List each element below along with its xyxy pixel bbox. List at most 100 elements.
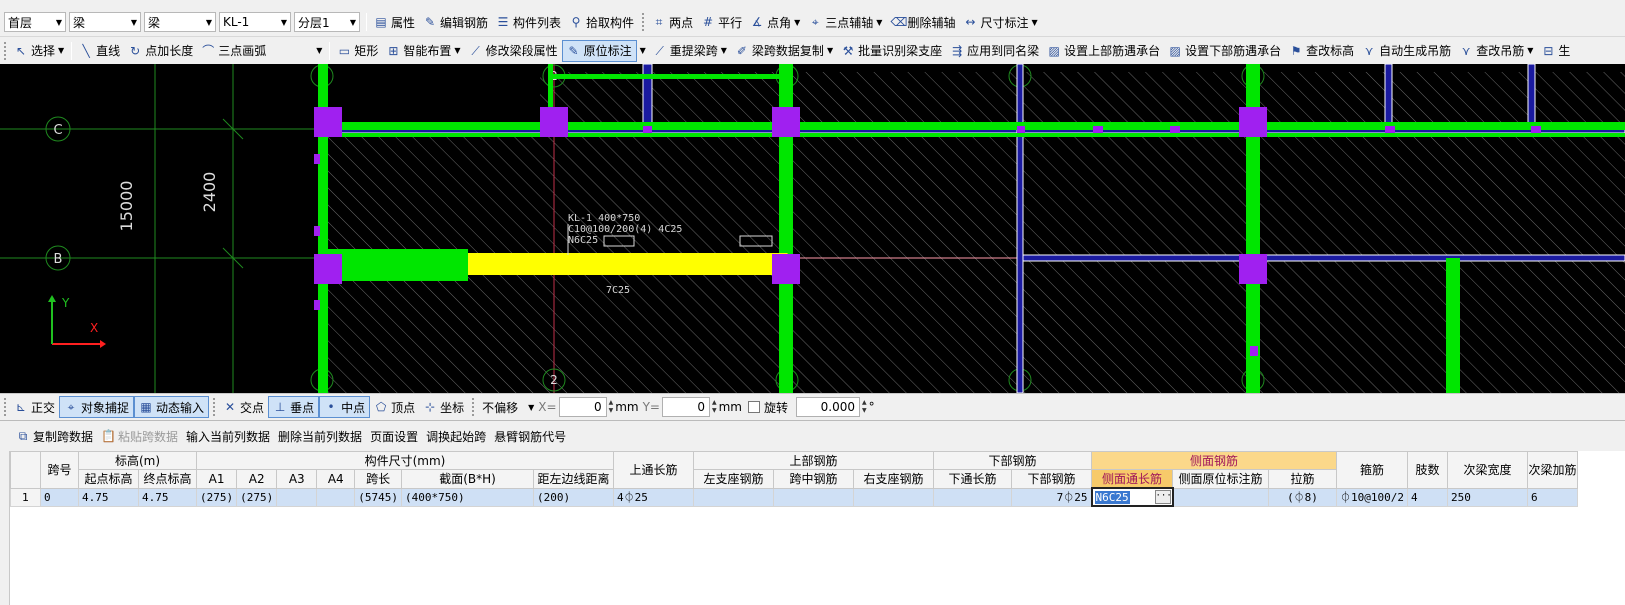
cell-side-through-editor[interactable]: N6C25 ··· [1090,487,1174,507]
relift-span-button[interactable]: ⟋ 重提梁跨 ▼ [649,40,731,62]
header-tie[interactable]: 拉筋 [1268,469,1337,489]
cell-tie[interactable]: (⏀8) [1268,487,1337,507]
toolbar-grip[interactable] [4,398,8,416]
row-number[interactable]: 1 [10,487,41,507]
header-side-through[interactable]: 侧面通长筋 [1091,469,1173,489]
check-elevation-button[interactable]: ⚑ 查改标高 [1285,40,1358,62]
cell-bottom-bar[interactable]: 7⏀25 [1011,487,1092,507]
cell-a2[interactable]: (275) [236,487,278,507]
toolbar-grip[interactable] [4,41,8,60]
point-length-button[interactable]: ↻ 点加长度 [124,40,197,62]
cell-left-support[interactable] [693,487,774,507]
generate-button[interactable]: ⊟ 生 [1537,40,1574,62]
header-side-origin[interactable]: 侧面原位标注筋 [1172,469,1269,489]
cell-left-edge-distance[interactable]: (200) [533,487,614,507]
header-right-support[interactable]: 右支座钢筋 [853,469,934,489]
header-top-rebar[interactable]: 上部钢筋 [693,451,934,470]
set-top-rebar-button[interactable]: ▨ 设置上部筋遇承台 [1043,40,1164,62]
rotate-spinner[interactable]: ▲ ▼ [862,399,867,415]
header-side-rebar[interactable]: 侧面钢筋 [1091,451,1337,470]
x-spinner[interactable]: ▲ ▼ [609,399,614,415]
header-bottom-through[interactable]: 下通长筋 [933,469,1012,489]
cell-start-elevation[interactable]: 4.75 [78,487,139,507]
properties-button[interactable]: ▤ 属性 [370,11,419,33]
cantilever-code-button[interactable]: 悬臂钢筋代号 [490,425,570,447]
dynamic-input-toggle[interactable]: ▦ 动态输入 [134,396,210,418]
cell-secondary-add[interactable]: 6 [1526,487,1578,507]
ellipsis-icon[interactable]: ··· [1154,490,1171,504]
swap-start-span-button[interactable]: 调换起始跨 [422,425,490,447]
three-point-axis-button[interactable]: ⌖ 三点辅轴 ▼ [804,11,886,33]
ortho-toggle[interactable]: ⊾ 正交 [10,396,59,418]
modify-span-button[interactable]: ⟋ 修改梁段属性 [465,40,562,62]
pick-component-button[interactable]: ⚲ 拾取构件 [565,11,638,33]
header-stirrup[interactable]: 箍筋 [1336,451,1408,489]
point-angle-button[interactable]: ∡ 点角 ▼ [746,11,804,33]
select-button[interactable]: ↖ 选择 ▼ [10,40,68,62]
toolbar-grip[interactable] [472,398,476,416]
copy-span-button[interactable]: ⧉ 复制跨数据 [12,425,97,447]
origin-label-button[interactable]: ✎ 原位标注 [561,39,637,62]
cell-side-origin[interactable] [1172,487,1269,507]
smart-layout-button[interactable]: ⊞ 智能布置 ▼ [382,40,464,62]
drawing-canvas[interactable]: C B 15000 2400 1 2 3 4 5 1 2 3 4 [0,64,1625,393]
apply-same-beam-button[interactable]: ⇶ 应用到同名梁 [946,40,1043,62]
toolbar-grip[interactable] [213,398,217,416]
cell-a4[interactable] [316,487,356,507]
cell-secondary-width[interactable]: 250 [1446,487,1528,507]
cell-top-through[interactable]: 4⏀25 [613,487,694,507]
edit-rebar-button[interactable]: ✎ 编辑钢筋 [419,11,492,33]
header-a4[interactable]: A4 [316,469,356,489]
check-hanger-button[interactable]: ⋎ 查改吊筋 ▼ [1455,40,1537,62]
cell-section[interactable]: (400*750) [401,487,534,507]
cell-end-elevation[interactable]: 4.75 [138,487,197,507]
header-secondary-add[interactable]: 次梁加筋 [1526,451,1578,489]
cell-right-support[interactable] [853,487,934,507]
cell-span[interactable]: 0 [40,487,79,507]
paste-span-button[interactable]: 📋 粘贴跨数据 [97,425,182,447]
header-legs[interactable]: 肢数 [1406,451,1448,489]
dimension-button[interactable]: ↔ 尺寸标注 ▼ [959,11,1041,33]
input-column-button[interactable]: 输入当前列数据 [182,425,274,447]
table-row[interactable]: 1 0 4.75 4.75 (275) (275) (5745) (400*75… [10,487,1578,507]
component-list-button[interactable]: ☰ 构件列表 [492,11,565,33]
member-select[interactable]: KL-1 ▼ [219,12,291,32]
cell-bottom-through[interactable] [933,487,1012,507]
header-size[interactable]: 构件尺寸(mm) [196,451,614,470]
header-elevation[interactable]: 标高(m) [78,451,197,470]
set-bottom-rebar-button[interactable]: ▨ 设置下部筋遇承台 [1164,40,1285,62]
vertex-snap-toggle[interactable]: ⬠ 顶点 [370,396,419,418]
header-span[interactable]: 跨号 [40,451,79,489]
cad-drawing[interactable]: C B 15000 2400 1 2 3 4 5 1 2 3 4 [0,64,1625,393]
cell-stirrup[interactable]: ⏀10@100/2 [1336,487,1408,507]
cell-a3[interactable] [276,487,318,507]
cell-legs[interactable]: 4 [1406,487,1448,507]
delete-column-button[interactable]: 删除当前列数据 [274,425,366,447]
two-point-button[interactable]: ⌗ 两点 [648,11,697,33]
cell-a1[interactable]: (275) [195,487,238,507]
header-mid-span[interactable]: 跨中钢筋 [773,469,854,489]
x-input[interactable]: 0 [558,397,607,417]
cell-mid-span[interactable] [773,487,854,507]
y-spinner[interactable]: ▲ ▼ [712,399,717,415]
header-bottom-rebar[interactable]: 下部钢筋 [933,451,1092,470]
table-empty-area[interactable] [10,509,1625,605]
object-snap-toggle[interactable]: ⌖ 对象捕捉 [59,396,135,418]
copy-span-data-button[interactable]: ✐ 梁跨数据复制 ▼ [731,40,837,62]
category-select[interactable]: 梁 ▼ [69,12,141,32]
coord-snap-toggle[interactable]: ⊹ 坐标 [419,396,468,418]
batch-support-button[interactable]: ⚒ 批量识别梁支座 [837,40,946,62]
toolbar-grip[interactable] [642,13,646,31]
chevron-down-icon[interactable]: ▼ [640,46,646,55]
rotate-checkbox[interactable] [748,401,760,413]
delete-axis-button[interactable]: ⌫ 删除辅轴 [886,11,959,33]
header-start-elevation[interactable]: 起点标高 [78,469,139,489]
header-span-length[interactable]: 跨长 [354,469,402,489]
floor-select[interactable]: 首层 ▼ [4,12,66,32]
side-through-input[interactable]: N6C25 [1094,490,1130,504]
header-a1[interactable]: A1 [195,469,238,489]
type-select[interactable]: 梁 ▼ [144,12,216,32]
header-a3[interactable]: A3 [276,469,318,489]
header-end-elevation[interactable]: 终点标高 [138,469,197,489]
header-left-edge-distance[interactable]: 距左边线距离 [533,469,614,489]
